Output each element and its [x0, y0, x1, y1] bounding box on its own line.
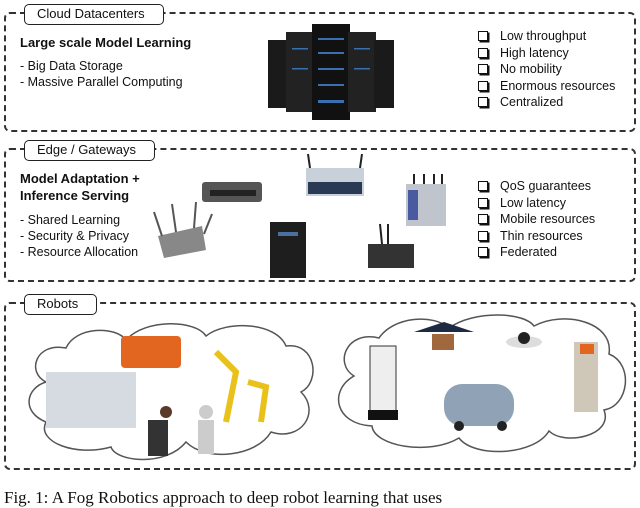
pr2-robot-icon [574, 342, 598, 412]
cloud-datacenters-tab: Cloud Datacenters [24, 4, 164, 25]
property-item: Enormous resources [476, 78, 615, 95]
property-item: High latency [476, 45, 615, 62]
property-item: QoS guarantees [476, 178, 595, 195]
checkbox-icon [478, 247, 488, 258]
property-label: No mobility [500, 62, 562, 76]
cloud-heading: Large scale Model Learning [20, 35, 192, 50]
edge-heading-line2: Inference Serving [20, 188, 130, 203]
checkbox-icon [478, 181, 488, 192]
checkbox-icon [478, 80, 488, 91]
self-driving-car-icon [444, 384, 514, 431]
property-item: Low throughput [476, 28, 615, 45]
edge-gateways-tab: Edge / Gateways [24, 140, 155, 161]
property-label: Centralized [500, 95, 564, 109]
cloud-bullet: - Massive Parallel Computing [20, 75, 183, 89]
property-item: Thin resources [476, 228, 595, 245]
property-label: Low throughput [500, 29, 587, 43]
industrial-router-icon [406, 174, 446, 226]
wireless-access-point-icon [153, 201, 213, 258]
tower-server-icon [270, 222, 306, 278]
server-racks-icon [268, 24, 394, 120]
figure-caption: Fig. 1: A Fog Robotics approach to deep … [4, 488, 443, 507]
robot-cloud-right-icon [338, 314, 626, 453]
delivery-drone-icon [414, 322, 474, 350]
checkbox-icon [478, 47, 488, 58]
checkbox-icon [478, 97, 488, 108]
property-label: Low latency [500, 195, 567, 210]
checkbox-icon [478, 197, 488, 208]
humanoid-robot-icon [198, 405, 214, 454]
warehouse-robot-icon [121, 336, 181, 368]
edge-bullet: - Security & Privacy [20, 229, 130, 243]
property-label: Enormous resources [500, 78, 616, 93]
property-label: Federated [500, 245, 557, 259]
edge-gateways-panel: Edge / Gateways Model Adaptation + Infer… [4, 140, 636, 282]
property-item: Mobile resources [476, 211, 595, 228]
cloud-datacenters-panel: Cloud Datacenters Large scale Model Lear… [4, 4, 636, 132]
edge-bullets: - Shared Learning - Security & Privacy -… [20, 212, 138, 260]
property-item: No mobility [476, 61, 615, 78]
checkbox-icon [478, 230, 488, 241]
property-item: Low latency [476, 195, 595, 212]
robots-panel: Robots [4, 294, 636, 470]
property-label: Mobile resources [500, 212, 596, 226]
surgical-robot-icon [46, 372, 136, 428]
edge-properties: QoS guarantees Low latency Mobile resour… [476, 178, 595, 261]
cloud-bullets: - Big Data Storage - Massive Parallel Co… [20, 58, 183, 90]
property-item: Federated [476, 244, 595, 261]
checkbox-icon [478, 31, 488, 42]
property-label: High latency [500, 45, 569, 60]
checkbox-icon [478, 214, 488, 225]
property-label: QoS guarantees [500, 179, 592, 193]
security-camera-icon [506, 332, 542, 348]
property-label: Thin resources [500, 228, 583, 243]
edge-bullet: - Resource Allocation [20, 245, 139, 259]
network-switch-icon [202, 182, 262, 202]
checkbox-icon [478, 64, 488, 75]
service-robot-icon [368, 345, 398, 420]
property-item: Centralized [476, 94, 615, 111]
edge-heading-line1: Model Adaptation + [20, 171, 140, 186]
edge-bullet: - Shared Learning [20, 213, 121, 227]
embedded-pc-icon [368, 223, 414, 268]
edge-devices [153, 154, 446, 278]
cloud-properties: Low throughput High latency No mobility … [476, 28, 615, 111]
person-icon [148, 406, 172, 456]
cloud-bullet: - Big Data Storage [20, 59, 123, 73]
iot-gateway-icon [306, 154, 364, 196]
robot-cloud-left-icon [28, 323, 314, 461]
industrial-arms-icon [213, 349, 270, 423]
